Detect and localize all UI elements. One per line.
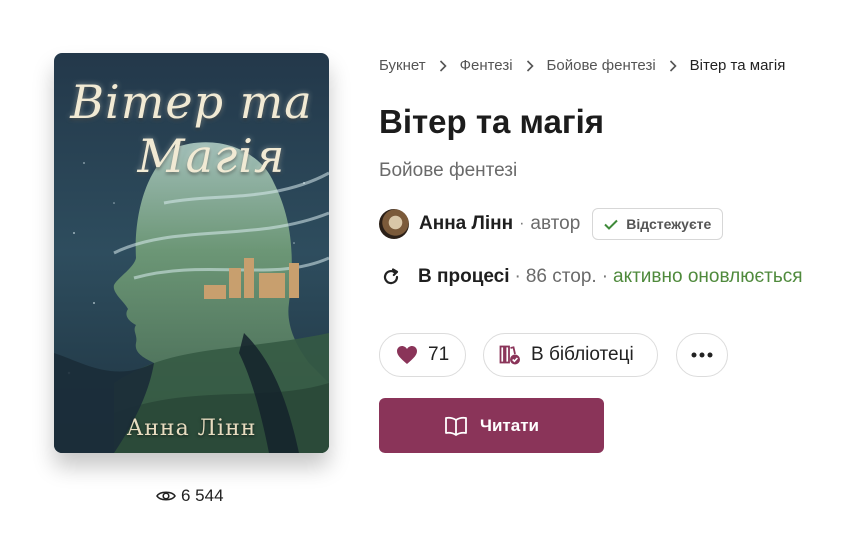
breadcrumb-item-combat-fantasy[interactable]: Бойове фентезі — [547, 57, 656, 74]
follow-button[interactable]: Відстежуєте — [592, 208, 724, 240]
more-options-button[interactable] — [676, 333, 728, 377]
breadcrumb-item-home[interactable]: Букнет — [379, 57, 426, 74]
follow-button-label: Відстежуєте — [626, 216, 712, 232]
action-bar: 71 В бібліотеці — [379, 333, 728, 377]
refresh-icon — [383, 268, 399, 285]
separator-dot: · — [601, 266, 609, 287]
heart-icon — [397, 346, 417, 364]
status-row: В процесі · 86 стор. · активно оновлюєть… — [381, 266, 803, 288]
author-name[interactable]: Анна Лінн — [419, 213, 513, 235]
author-role: автор — [530, 213, 581, 234]
book-genre[interactable]: Бойове фентезі — [379, 160, 517, 182]
separator-dot: · — [514, 266, 521, 287]
separator-dot: · — [519, 215, 525, 232]
avatar[interactable] — [379, 209, 409, 239]
chevron-right-icon — [669, 59, 677, 72]
cover-author: Анна Лінн — [126, 416, 257, 441]
book-title: Вітер та магія — [379, 103, 605, 140]
breadcrumb-item-fantasy[interactable]: Фентезі — [460, 57, 513, 74]
status-text: В процесі — [418, 266, 510, 287]
views-counter: 6 544 — [156, 486, 224, 506]
library-button-label: В бібліотеці — [531, 344, 634, 365]
author-row: Анна Лінн · автор Відстежуєте — [379, 208, 724, 240]
page-count: 86 стор. — [525, 266, 597, 287]
library-button[interactable]: В бібліотеці — [483, 333, 658, 377]
breadcrumb: Букнет Фентезі Бойове фентезі Вітер та м… — [379, 57, 785, 74]
library-icon — [499, 345, 520, 365]
like-count: 71 — [428, 344, 450, 365]
chevron-right-icon — [526, 59, 534, 72]
check-icon — [604, 219, 619, 230]
views-count: 6 544 — [181, 486, 224, 505]
cover-title-line1: Вітер та — [70, 75, 313, 129]
update-status: активно оновлюється — [613, 266, 803, 287]
more-icon — [691, 352, 713, 358]
like-button[interactable]: 71 — [379, 333, 466, 377]
book-cover[interactable]: Вітер та Магія Анна Лінн — [54, 53, 329, 453]
read-button[interactable]: Читати — [379, 398, 604, 453]
cover-title-line2: Магія — [137, 129, 286, 183]
eye-icon — [156, 491, 176, 501]
book-open-icon — [445, 416, 467, 436]
breadcrumb-item-current: Вітер та магія — [689, 57, 786, 74]
read-button-label: Читати — [480, 415, 539, 435]
chevron-right-icon — [439, 59, 447, 72]
